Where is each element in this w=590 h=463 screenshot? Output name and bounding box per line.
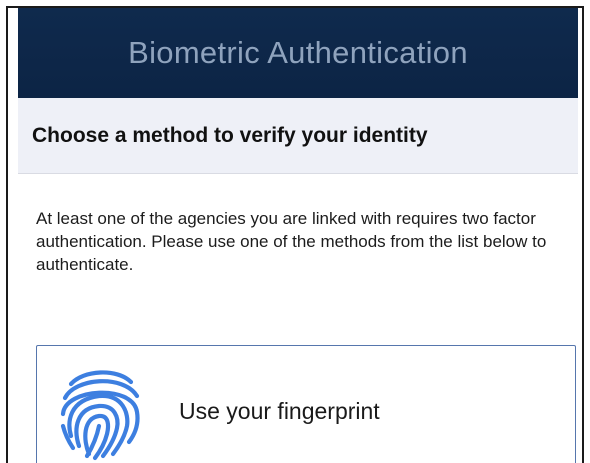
fingerprint-icon [57,362,143,462]
app-frame: Biometric Authentication Choose a method… [6,6,584,463]
instructions-text: At least one of the agencies you are lin… [36,209,547,274]
page-title: Biometric Authentication [128,35,468,70]
section-title: Choose a method to verify your identity [32,123,428,147]
fingerprint-method-label: Use your fingerprint [179,398,380,424]
main-content: At least one of the agencies you are lin… [18,174,578,463]
section-header: Choose a method to verify your identity [18,98,578,174]
app-header: Biometric Authentication [18,8,578,98]
fingerprint-method-button[interactable]: Use your fingerprint [36,345,576,463]
